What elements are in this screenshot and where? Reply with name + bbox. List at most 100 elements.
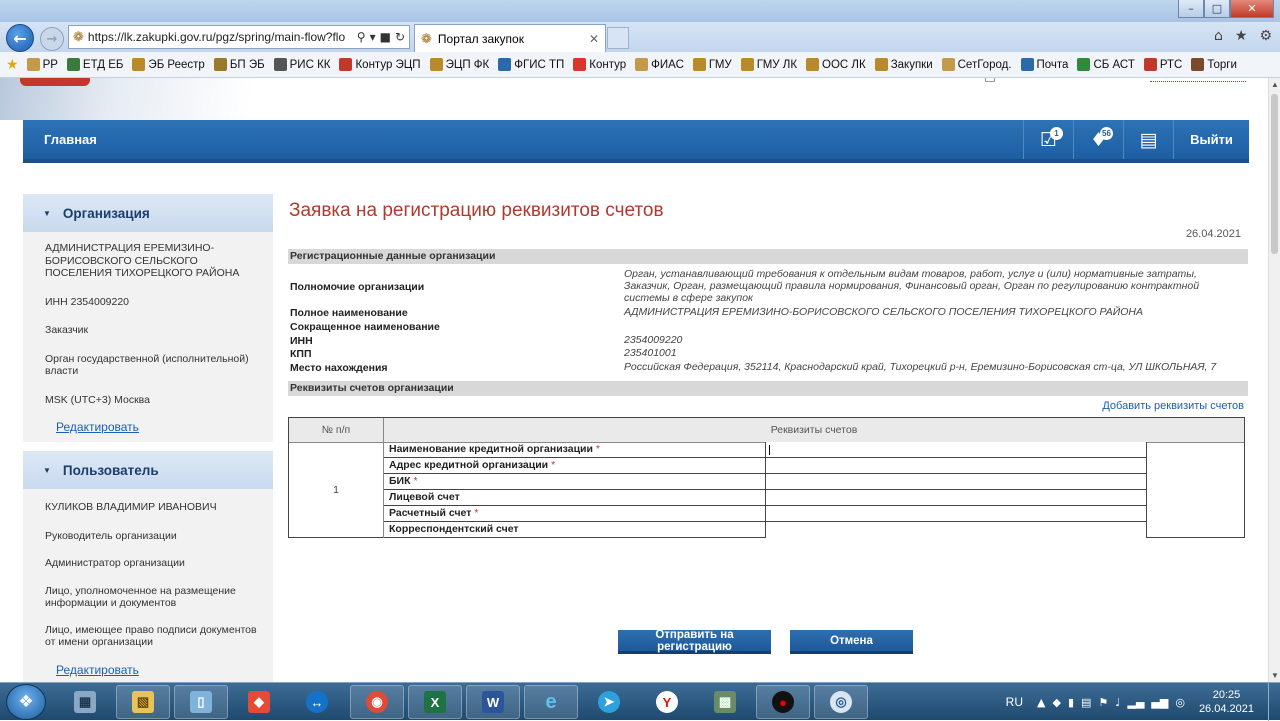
org-timezone: MSK (UTC+3) Москва [45, 393, 150, 406]
taskbar-yandex[interactable]: Y [640, 685, 694, 719]
page-scrollbar[interactable]: ▲ ▼ [1268, 78, 1280, 682]
submit-registration-button[interactable]: Отправить на регистрацию [618, 629, 771, 654]
bookmark-item[interactable]: СетГород. [941, 58, 1012, 71]
tray-signal-icon[interactable]: ▂▄ [1127, 696, 1144, 709]
forward-button[interactable]: → [40, 27, 64, 51]
home-icon[interactable]: ⌂ [1214, 28, 1223, 44]
tray-up-arrow-icon[interactable]: ▲ [1037, 696, 1045, 709]
tab-portal[interactable]: ❁ Портал закупок ✕ [414, 24, 606, 52]
bookmark-item[interactable]: Контур ЭЦП [339, 58, 421, 71]
table-row-number: 1 [289, 442, 384, 538]
banner-checkbox[interactable] [985, 78, 995, 82]
bookmark-item[interactable]: Закупки [874, 58, 933, 71]
bookmark-item[interactable]: Почта [1020, 58, 1068, 71]
bookmark-item[interactable]: РИС КК [273, 58, 330, 71]
bookmark-label: Контур ЭЦП [355, 58, 421, 71]
bookmark-item[interactable]: Торги [1191, 58, 1237, 71]
bookmark-item[interactable]: ЭЦП ФК [429, 58, 489, 71]
tab-close-icon[interactable]: ✕ [589, 32, 599, 46]
bookmark-item[interactable]: ООС ЛК [806, 58, 866, 71]
start-button[interactable]: ❖ [6, 684, 46, 720]
org-edit-link[interactable]: Редактировать [23, 420, 273, 434]
bookmark-label: РТС [1159, 58, 1183, 71]
bookmark-item[interactable]: ФИАС [635, 58, 684, 71]
nav-home-link[interactable]: Главная [44, 132, 97, 147]
taskbar-telegram[interactable]: ➤ [582, 685, 636, 719]
bank-name-input[interactable] [766, 442, 1147, 457]
tray-volume-icon[interactable]: ♩ [1115, 696, 1120, 709]
cancel-button[interactable]: Отмена [790, 630, 913, 654]
new-tab-button[interactable] [607, 27, 629, 49]
taskbar-ie[interactable]: e [524, 685, 578, 719]
sidebar-user-header[interactable]: ▼ Пользователь [23, 451, 273, 489]
system-tray: RU ▲ ◆ ▮ ▤ ⚑ ♩ ▂▄ ▄▆ ◎ 20:25 26.04.2021 [1006, 683, 1280, 721]
bookmark-item[interactable]: РТС [1143, 58, 1183, 71]
close-window-button[interactable]: ✕ [1230, 0, 1274, 18]
add-account-link[interactable]: Добавить реквизиты счетов [1102, 400, 1244, 412]
tray-network-share-icon[interactable]: ▤ [1081, 696, 1091, 709]
taskbar-monitor[interactable]: ▩ [698, 685, 752, 719]
sidebar-organization: ▼ Организация АДМИНИСТРАЦИЯ ЕРЕМИЗИНО-БО… [23, 194, 273, 442]
bookmark-favicon-icon [1191, 58, 1205, 71]
bookmark-item[interactable]: СБ АСТ [1077, 58, 1135, 71]
tray-wifi-icon[interactable]: ▄▆ [1151, 696, 1168, 709]
sidebar-org-header[interactable]: ▼ Организация [23, 194, 273, 232]
tray-usb-icon[interactable]: ▮ [1068, 696, 1074, 709]
back-button[interactable]: ← [6, 24, 34, 52]
personal-account-input[interactable] [766, 490, 1147, 505]
bookmark-item[interactable]: Контур [573, 58, 626, 71]
dropdown-icon[interactable]: ▾ [370, 30, 376, 44]
nav-help-button[interactable]: ▤ [1123, 120, 1173, 159]
bookmark-item[interactable]: ЭБ Реестр [132, 58, 205, 71]
bik-input[interactable] [766, 474, 1147, 489]
taskbar-teamviewer[interactable]: ↔ [290, 685, 344, 719]
taskbar-app-blue[interactable]: ▯ [174, 685, 228, 719]
clock[interactable]: 20:25 26.04.2021 [1199, 688, 1254, 716]
bookmark-item[interactable]: ГМУ ЛК [740, 58, 797, 71]
user-edit-link[interactable]: Редактировать [23, 663, 273, 677]
scrollbar-thumb[interactable] [1271, 94, 1278, 254]
taskbar: ❖ ▦ ▧ ▯ ◆ ↔ ◉ X W e ➤ Y ▩ ● ◎ RU ▲ ◆ ▮ ▤… [0, 682, 1280, 721]
language-indicator[interactable]: RU [1006, 695, 1023, 709]
tray-flag-icon[interactable]: ⚑ [1098, 696, 1108, 709]
taskbar-chrome[interactable]: ◉ [350, 685, 404, 719]
tray-security-icon[interactable]: ◎ [1175, 696, 1185, 709]
logout-button[interactable]: Выйти [1173, 120, 1249, 159]
taskbar-excel[interactable]: X [408, 685, 462, 719]
settings-gear-icon[interactable]: ⚙ [1259, 28, 1272, 44]
search-icon[interactable]: ⚲ [357, 30, 366, 44]
nav-notifications-button[interactable]: ♦ 56 [1073, 120, 1123, 159]
bookmark-item[interactable]: БП ЭБ [213, 58, 265, 71]
maximize-button[interactable]: □ [1204, 0, 1230, 18]
calendar-badge: 1 [1050, 127, 1063, 140]
refresh-icon[interactable]: ↻ [395, 30, 405, 44]
nav-calendar-button[interactable]: ☑ 1 [1023, 120, 1073, 159]
correspondent-account-input[interactable] [766, 522, 1147, 538]
globe-icon: ◎ [830, 691, 852, 713]
taskbar-app-globe[interactable]: ◎ [814, 685, 868, 719]
favorites-star-icon[interactable]: ★ [6, 57, 19, 73]
bank-address-input[interactable] [766, 458, 1147, 473]
minimize-button[interactable]: – [1178, 0, 1204, 18]
lock-icon[interactable]: ■ [380, 30, 391, 44]
bookmark-item[interactable]: ЕТД ЕБ [66, 58, 123, 71]
bookmark-item[interactable]: ФГИС ТП [498, 58, 564, 71]
url-text[interactable]: https://lk.zakupki.gov.ru/pgz/spring/mai… [88, 30, 353, 44]
taskbar-word[interactable]: W [466, 685, 520, 719]
org-name: АДМИНИСТРАЦИЯ ЕРЕМИЗИНО-БОРИСОВСКОГО СЕЛ… [45, 242, 240, 279]
settlement-account-input[interactable] [766, 506, 1147, 521]
show-desktop-button[interactable] [1268, 683, 1280, 721]
scroll-down-icon[interactable]: ▼ [1271, 671, 1279, 680]
taskbar-explorer[interactable]: ▧ [116, 685, 170, 719]
bookmark-item[interactable]: РР [26, 58, 58, 71]
taskbar-app-red[interactable]: ◆ [232, 685, 286, 719]
inn-label: ИНН [290, 335, 313, 347]
banner-link[interactable] [1150, 80, 1246, 82]
taskbar-calculator[interactable]: ▦ [58, 685, 112, 719]
scroll-up-icon[interactable]: ▲ [1271, 80, 1279, 89]
tray-shield-icon[interactable]: ◆ [1052, 696, 1060, 709]
taskbar-recorder[interactable]: ● [756, 685, 810, 719]
address-bar[interactable]: ❁ https://lk.zakupki.gov.ru/pgz/spring/m… [68, 25, 410, 49]
favorites-star-icon[interactable]: ★ [1235, 28, 1248, 44]
bookmark-item[interactable]: ГМУ [692, 58, 732, 71]
